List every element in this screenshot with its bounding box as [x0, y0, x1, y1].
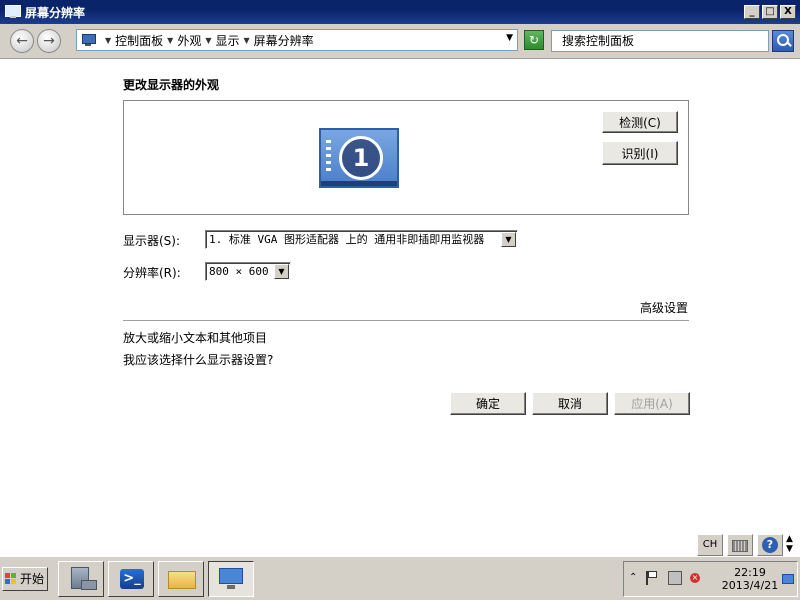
breadcrumb-control-panel[interactable]: 控制面板: [115, 32, 163, 49]
start-button[interactable]: 开始: [2, 567, 48, 591]
breadcrumb-chevron-icon[interactable]: ▼: [205, 36, 211, 45]
clock[interactable]: 22:19 2013/4/21: [720, 566, 780, 592]
refresh-button[interactable]: ↻: [524, 30, 544, 50]
language-bar: CH ?: [697, 534, 783, 556]
taskbar: 开始 >_ ⌃ × 22:19 2013/4/21: [0, 556, 800, 600]
search-button[interactable]: [772, 30, 794, 52]
keyboard-icon: [732, 540, 748, 552]
title-bar: 屏幕分辨率 _ □ X: [0, 0, 800, 24]
close-button[interactable]: X: [780, 5, 796, 19]
breadcrumb-appearance[interactable]: 外观: [177, 32, 201, 49]
monitor-preview-area: 1 检测(C) 识别(I): [123, 100, 689, 215]
help-button[interactable]: ?: [757, 534, 783, 556]
resolution-select-value: 800 × 600: [209, 265, 269, 278]
powershell-icon: >_: [120, 569, 144, 589]
display-label: 显示器(S):: [123, 234, 181, 248]
advanced-settings-link[interactable]: 高级设置: [640, 299, 688, 316]
address-row: ← → ▼ 控制面板 ▼ 外观 ▼ 显示 ▼ 屏幕分辨率 ▼ ↻ 搜索控制面板: [0, 24, 800, 59]
refresh-icon: ↻: [528, 33, 540, 47]
page-title: 更改显示器的外观: [123, 78, 220, 92]
display-settings-help-link[interactable]: 我应该选择什么显示器设置?: [123, 351, 273, 368]
monitor-stand-icon: [227, 585, 235, 589]
folder-icon: [168, 571, 196, 589]
toolbox-icon: [81, 580, 97, 590]
taskbar-explorer[interactable]: [158, 561, 204, 597]
clock-date: 2013/4/21: [721, 579, 779, 592]
show-hidden-icons-icon[interactable]: ⌃: [629, 572, 637, 583]
ok-button[interactable]: 确定: [450, 392, 526, 415]
display-select[interactable]: 1. 标准 VGA 图形适配器 上的 通用非即插即用监视器 ▼: [205, 230, 518, 249]
breadcrumb-display[interactable]: 显示: [216, 32, 240, 49]
monitor-1-thumbnail[interactable]: 1: [319, 128, 399, 188]
desktop-icons-icon: [326, 140, 331, 174]
window-title: 屏幕分辨率: [25, 5, 86, 20]
taskbar-server-manager[interactable]: [58, 561, 104, 597]
identify-button[interactable]: 识别(I): [602, 141, 678, 165]
breadcrumb-chevron-icon[interactable]: ▼: [105, 36, 111, 45]
detect-button[interactable]: 检测(C): [602, 111, 678, 133]
resolution-select[interactable]: 800 × 600 ▼: [205, 262, 291, 281]
forward-button[interactable]: →: [37, 29, 61, 53]
network-icon[interactable]: [668, 571, 682, 585]
control-panel-icon: [81, 34, 97, 46]
forward-arrow-icon: →: [43, 33, 55, 49]
system-tray: ⌃ × 22:19 2013/4/21: [623, 561, 798, 597]
apply-button[interactable]: 应用(A): [614, 392, 690, 415]
back-arrow-icon: ←: [16, 33, 28, 49]
text-size-link[interactable]: 放大或缩小文本和其他项目: [123, 329, 267, 346]
back-button[interactable]: ←: [10, 29, 34, 53]
langbar-options-icon[interactable]: ▲ ▼: [786, 534, 793, 554]
address-bar[interactable]: ▼ 控制面板 ▼ 外观 ▼ 显示 ▼ 屏幕分辨率 ▼: [76, 29, 518, 51]
cancel-button[interactable]: 取消: [532, 392, 608, 415]
help-icon: ?: [762, 537, 778, 553]
minimize-button[interactable]: _: [744, 5, 760, 19]
language-indicator[interactable]: CH: [697, 534, 723, 556]
taskbar-powershell[interactable]: >_: [108, 561, 154, 597]
breadcrumb-chevron-icon[interactable]: ▼: [244, 36, 250, 45]
show-desktop-icon[interactable]: [782, 574, 794, 584]
chevron-down-icon[interactable]: ▼: [274, 264, 289, 279]
volume-muted-icon[interactable]: ×: [690, 573, 700, 583]
breadcrumb-screen-resolution[interactable]: 屏幕分辨率: [254, 32, 314, 49]
taskbar-screen-resolution[interactable]: [208, 561, 254, 597]
thumbnail-taskbar: [321, 181, 397, 186]
breadcrumb-chevron-icon[interactable]: ▼: [167, 36, 173, 45]
address-dropdown-icon[interactable]: ▼: [506, 33, 513, 43]
keyboard-button[interactable]: [727, 534, 753, 556]
display-settings-icon: [5, 5, 21, 19]
clock-time: 22:19: [734, 566, 766, 579]
action-center-flag-icon[interactable]: [646, 571, 660, 585]
search-input[interactable]: 搜索控制面板: [551, 30, 769, 52]
divider: [123, 320, 689, 321]
maximize-button[interactable]: □: [762, 5, 778, 19]
chevron-down-icon[interactable]: ▼: [501, 232, 516, 247]
start-label: 开始: [20, 572, 45, 586]
windows-logo-icon: [5, 573, 17, 585]
display-select-value: 1. 标准 VGA 图形适配器 上的 通用非即插即用监视器: [209, 233, 485, 246]
resolution-label: 分辨率(R):: [123, 266, 181, 280]
monitor-number-badge: 1: [339, 136, 383, 180]
display-settings-icon: [219, 568, 243, 584]
